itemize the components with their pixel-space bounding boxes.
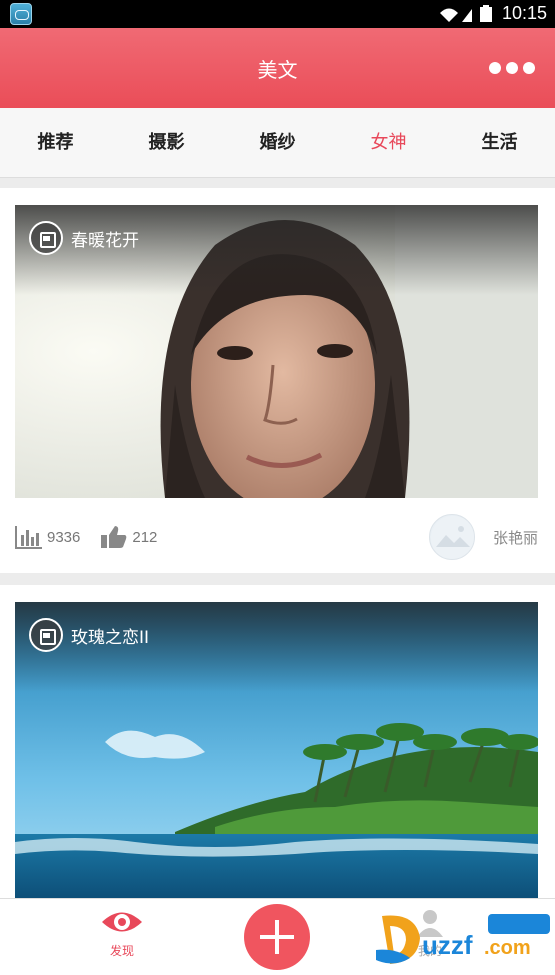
nav-discover[interactable]: 发现 (92, 907, 152, 959)
more-options-button[interactable] (489, 58, 535, 78)
tab-goddess[interactable]: 女神 (333, 108, 444, 177)
tab-wedding[interactable]: 婚纱 (222, 108, 333, 177)
app-header: 美文 (0, 28, 555, 108)
site-watermark-logo: uzzf .com (376, 914, 550, 964)
eye-icon (102, 912, 142, 932)
tab-photography[interactable]: 摄影 (111, 108, 222, 177)
notification-app-icon (10, 3, 32, 25)
signal-battery-icons (440, 5, 492, 22)
likes-count: 212 (132, 528, 158, 546)
avatar-placeholder-icon (430, 516, 474, 559)
likes-stat[interactable]: 212 (100, 525, 157, 549)
avatar[interactable] (428, 514, 475, 560)
article-title: 玫瑰之恋II (71, 627, 150, 648)
article-photo[interactable]: 玫瑰之恋II (15, 602, 538, 898)
author-name: 张艳丽 (492, 529, 538, 547)
bar-chart-icon (15, 526, 42, 549)
article-card[interactable]: 春暖花开 9336 212 张艳丽 (0, 188, 555, 573)
author-info[interactable]: 张艳丽 (428, 514, 538, 560)
add-post-button[interactable] (244, 904, 310, 970)
category-tabs: 推荐 摄影 婚纱 女神 生活 (0, 108, 555, 178)
article-card[interactable]: 玫瑰之恋II (0, 585, 555, 898)
article-title: 春暖花开 (71, 230, 139, 251)
photo-caption: 玫瑰之恋II (29, 618, 149, 652)
photo-caption: 春暖花开 (29, 221, 139, 255)
thumbs-up-icon (101, 526, 127, 548)
article-photo[interactable]: 春暖花开 (15, 205, 538, 498)
clock: 10:15 (501, 3, 547, 23)
album-icon (29, 221, 63, 255)
views-count: 9336 (47, 528, 81, 546)
more-dot-icon (523, 62, 535, 74)
more-dot-icon (489, 62, 501, 74)
tab-life[interactable]: 生活 (444, 108, 555, 177)
svg-text:.com: .com (484, 937, 531, 959)
nav-discover-label: 发现 (109, 944, 134, 958)
page-title: 美文 (257, 58, 298, 82)
views-stat: 9336 (15, 525, 80, 549)
status-bar: 10:15 (0, 0, 555, 28)
more-dot-icon (506, 62, 518, 74)
article-stats: 9336 212 张艳丽 (15, 512, 538, 562)
album-icon (29, 618, 63, 652)
svg-text:uzzf: uzzf (422, 930, 473, 960)
tab-recommend[interactable]: 推荐 (0, 108, 111, 177)
